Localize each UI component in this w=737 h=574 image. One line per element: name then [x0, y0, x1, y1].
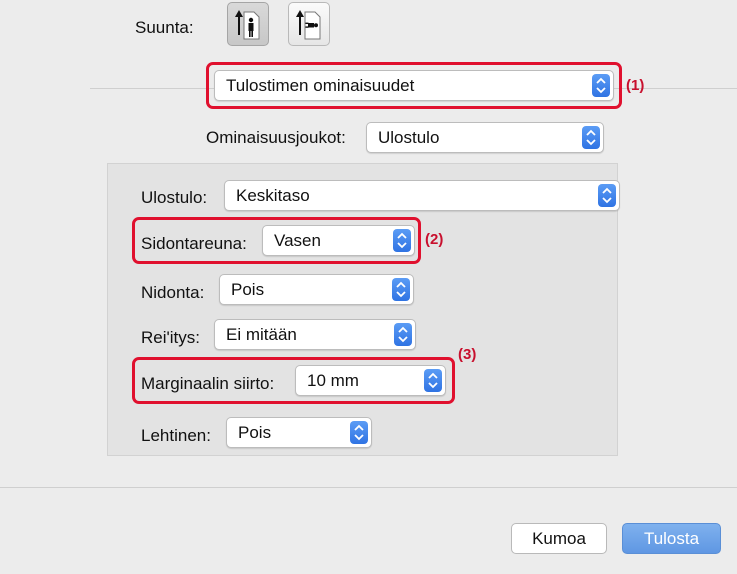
- landscape-orientation-button[interactable]: [288, 2, 330, 46]
- punch-popup[interactable]: Ei mitään: [214, 319, 416, 350]
- popup-stepper-icon: [582, 126, 600, 149]
- callout-number-2: (2): [425, 231, 444, 248]
- staple-popup[interactable]: Pois: [219, 274, 414, 305]
- punch-value: Ei mitään: [226, 325, 297, 344]
- callout-box-2: [132, 217, 421, 264]
- print-button[interactable]: Tulosta: [622, 523, 721, 554]
- punch-label: Rei'itys:: [141, 328, 200, 347]
- popup-stepper-icon: [394, 323, 412, 346]
- landscape-person-icon: [296, 10, 321, 40]
- callout-number-3: (3): [458, 346, 477, 363]
- cancel-button[interactable]: Kumoa: [511, 523, 607, 554]
- booklet-popup[interactable]: Pois: [226, 417, 372, 448]
- portrait-person-icon: [235, 10, 260, 40]
- popup-stepper-icon: [598, 184, 616, 207]
- callout-number-1: (1): [626, 77, 645, 94]
- booklet-value: Pois: [238, 423, 272, 442]
- popup-stepper-icon: [392, 278, 410, 301]
- output-value: Keskitaso: [236, 186, 310, 205]
- feature-sets-label: Ominaisuusjoukot:: [206, 128, 346, 147]
- feature-sets-value: Ulostulo: [378, 128, 440, 147]
- orientation-label: Suunta:: [135, 18, 194, 37]
- separator-bottom: [0, 487, 737, 488]
- output-popup[interactable]: Keskitaso: [224, 180, 620, 211]
- staple-value: Pois: [231, 280, 265, 299]
- booklet-label: Lehtinen:: [141, 426, 211, 445]
- popup-stepper-icon: [350, 421, 368, 444]
- staple-label: Nidonta:: [141, 283, 205, 302]
- callout-box-1: [206, 62, 622, 109]
- output-label: Ulostulo:: [141, 188, 208, 207]
- feature-sets-popup[interactable]: Ulostulo: [366, 122, 604, 153]
- callout-box-3: [132, 357, 455, 404]
- portrait-orientation-button[interactable]: [227, 2, 269, 46]
